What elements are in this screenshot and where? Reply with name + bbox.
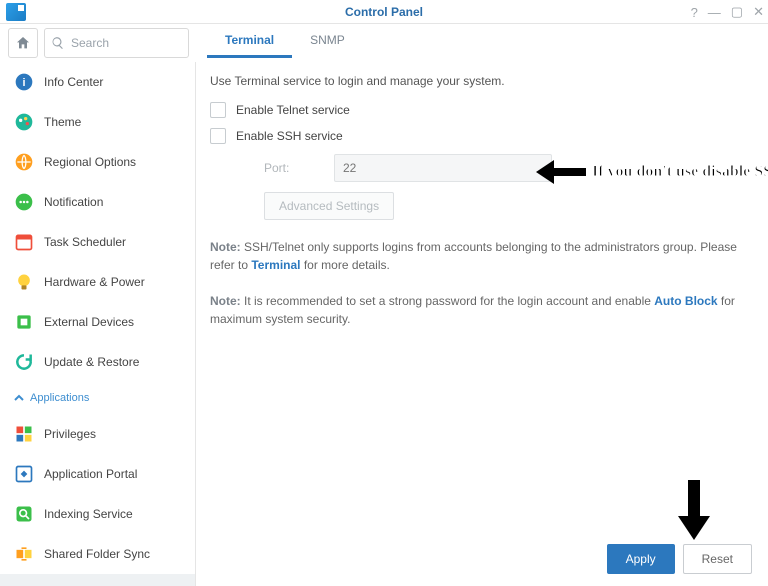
help-icon[interactable]: ?: [691, 5, 698, 20]
note-text: for more details.: [300, 258, 389, 272]
sidebar-item-label: Indexing Service: [44, 507, 133, 521]
window-titlebar: Control Panel ? — ▢ ✕: [0, 0, 768, 24]
sidebar-item-theme[interactable]: Theme: [0, 102, 195, 142]
info-icon: i: [14, 72, 34, 92]
sidebar-item-task-scheduler[interactable]: Task Scheduler: [0, 222, 195, 262]
note-autoblock: Note: It is recommended to set a strong …: [210, 292, 752, 328]
sidebar-item-external[interactable]: External Devices: [0, 302, 195, 342]
sidebar-item-regional[interactable]: Regional Options: [0, 142, 195, 182]
sidebar: i Info Center Theme Regional Options Not…: [0, 62, 196, 586]
intro-text: Use Terminal service to login and manage…: [210, 74, 752, 88]
sidebar-item-label: Notification: [44, 195, 103, 209]
sidebar-item-label: Theme: [44, 115, 81, 129]
bulb-icon: [14, 272, 34, 292]
toolbar: Terminal SNMP: [0, 24, 768, 62]
calendar-icon: [14, 232, 34, 252]
sidebar-section-applications[interactable]: Applications: [0, 382, 195, 414]
grid-icon: [14, 424, 34, 444]
sidebar-item-privileges[interactable]: Privileges: [0, 414, 195, 454]
arrow-left-icon: [536, 160, 586, 184]
sidebar-item-label: Privileges: [44, 427, 96, 441]
search-icon: [51, 36, 65, 50]
sidebar-item-notification[interactable]: Notification: [0, 182, 195, 222]
portal-icon: [14, 464, 34, 484]
sidebar-item-label: Application Portal: [44, 467, 137, 481]
tab-snmp[interactable]: SNMP: [292, 23, 363, 58]
palette-icon: [14, 112, 34, 132]
search-input-wrap[interactable]: [44, 28, 189, 58]
refresh-icon: [14, 352, 34, 372]
tabs: Terminal SNMP: [207, 28, 363, 58]
maximize-icon[interactable]: ▢: [731, 4, 743, 20]
svg-text:i: i: [22, 77, 25, 89]
sidebar-item-label: External Devices: [44, 315, 134, 329]
globe-icon: [14, 152, 34, 172]
drive-icon: [14, 312, 34, 332]
port-label: Port:: [264, 161, 334, 175]
note-label: Note:: [210, 294, 241, 308]
close-icon[interactable]: ✕: [753, 4, 764, 20]
sidebar-item-update[interactable]: Update & Restore: [0, 342, 195, 382]
arrow-down-icon: [678, 480, 708, 540]
sidebar-item-terminal-snmp[interactable]: Terminal & SNMP: [0, 574, 195, 586]
auto-block-link[interactable]: Auto Block: [654, 294, 717, 308]
note-text: It is recommended to set a strong passwo…: [241, 294, 655, 308]
sidebar-item-label: Update & Restore: [44, 355, 139, 369]
note-ssh-admin: Note: SSH/Telnet only supports logins fr…: [210, 238, 752, 274]
sync-icon: [14, 544, 34, 564]
annotation-text: If you don't use disable SSH service: [592, 163, 768, 181]
chevron-up-icon: [14, 393, 24, 403]
option-ssh-label: Enable SSH service: [236, 129, 343, 143]
window-title: Control Panel: [0, 5, 768, 19]
sidebar-item-label: Info Center: [44, 75, 103, 89]
footer-buttons: Apply Reset: [607, 544, 752, 574]
checkbox-ssh[interactable]: [210, 128, 226, 144]
sidebar-item-hardware[interactable]: Hardware & Power: [0, 262, 195, 302]
advanced-settings-button: Advanced Settings: [264, 192, 394, 220]
search-doc-icon: [14, 504, 34, 524]
option-ssh[interactable]: Enable SSH service: [210, 128, 752, 144]
search-input[interactable]: [71, 36, 182, 50]
terminal-link[interactable]: Terminal: [251, 258, 300, 272]
sidebar-item-label: Task Scheduler: [44, 235, 126, 249]
tab-terminal[interactable]: Terminal: [207, 23, 292, 58]
sidebar-section-label: Applications: [30, 392, 89, 404]
port-input: [334, 154, 552, 182]
chat-icon: [14, 192, 34, 212]
home-button[interactable]: [8, 28, 38, 58]
sidebar-item-label: Regional Options: [44, 155, 136, 169]
content-pane: Use Terminal service to login and manage…: [196, 62, 768, 586]
option-telnet[interactable]: Enable Telnet service: [210, 102, 752, 118]
minimize-icon[interactable]: —: [708, 5, 721, 20]
sidebar-item-indexing[interactable]: Indexing Service: [0, 494, 195, 534]
home-icon: [15, 35, 31, 51]
sidebar-item-label: Hardware & Power: [44, 275, 145, 289]
apply-button[interactable]: Apply: [607, 544, 675, 574]
annotation-ssh: If you don't use disable SSH service: [536, 160, 768, 184]
note-label: Note:: [210, 240, 241, 254]
reset-button[interactable]: Reset: [683, 544, 752, 574]
checkbox-telnet[interactable]: [210, 102, 226, 118]
sidebar-item-shared-sync[interactable]: Shared Folder Sync: [0, 534, 195, 574]
option-telnet-label: Enable Telnet service: [236, 103, 350, 117]
sidebar-item-app-portal[interactable]: Application Portal: [0, 454, 195, 494]
sidebar-item-info-center[interactable]: i Info Center: [0, 62, 195, 102]
sidebar-item-label: Shared Folder Sync: [44, 547, 150, 561]
